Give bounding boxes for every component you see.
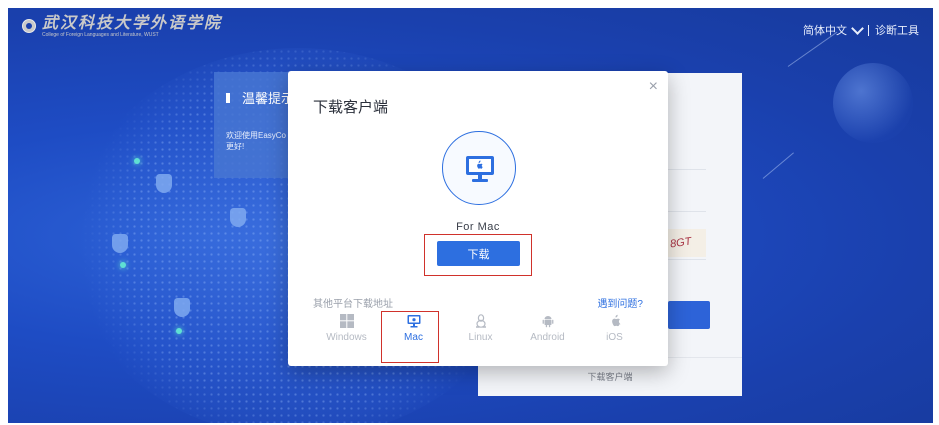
platform-label: iOS [606,332,623,343]
platform-windows[interactable]: Windows [313,314,380,343]
apple-icon [611,314,621,327]
school-logo: 武汉科技大学外语学院 College of Foreign Languages … [22,14,222,38]
notice-text: 更好! [226,142,245,151]
logo-english-name: College of Foreign Languages and Literat… [42,32,159,38]
linux-icon [475,314,486,328]
network-node [120,262,126,268]
shield-icon [156,174,172,193]
network-node [134,158,140,164]
language-selector[interactable]: 简体中文 [803,22,847,38]
highlight-box [381,311,439,363]
platform-name: For Mac [456,221,500,233]
network-node [176,328,182,334]
speaker-icon [226,92,236,103]
divider [868,24,869,36]
decorative-line [762,152,794,179]
top-links: 简体中文 诊断工具 [803,21,919,38]
platform-android[interactable]: Android [514,314,581,343]
diagnostic-tool-link[interactable]: 诊断工具 [875,22,919,38]
notice-text: 欢迎使用EasyCo [226,131,287,140]
other-platforms-label: 其他平台下载地址 [313,299,393,310]
android-icon [542,316,553,328]
school-seal-icon [22,19,36,33]
notice-title: 温馨提示 [242,91,295,106]
mac-monitor-icon [466,156,494,182]
decorative-orb [833,63,913,143]
page-background: 武汉科技大学外语学院 College of Foreign Languages … [8,8,933,423]
chevron-down-icon[interactable] [851,21,864,35]
platform-badge [442,131,516,205]
windows-icon [339,314,354,328]
modal-title: 下载客户端 [313,99,389,116]
shield-icon [112,234,128,253]
captcha-image[interactable]: 8GT [666,229,706,257]
login-button[interactable] [668,301,710,329]
shield-icon [174,298,190,317]
platform-list: Windows Mac Linux Android iOS [313,314,648,343]
help-link[interactable]: 遇到问题? [597,295,643,310]
top-bar: 武汉科技大学外语学院 College of Foreign Languages … [8,8,933,48]
logo-chinese-name: 武汉科技大学外语学院 [42,13,223,32]
download-client-modal: 下载客户端 × For Mac 下载 其他平台下载地址 遇到问题? Window… [288,71,668,366]
platform-label: Linux [468,332,493,343]
platform-label: Android [530,332,565,343]
platform-linux[interactable]: Linux [447,314,514,343]
platform-ios[interactable]: iOS [581,314,648,343]
shield-icon [230,208,246,227]
close-icon[interactable]: × [649,79,658,95]
platform-label: Windows [326,332,367,343]
download-button[interactable]: 下载 [437,241,520,266]
